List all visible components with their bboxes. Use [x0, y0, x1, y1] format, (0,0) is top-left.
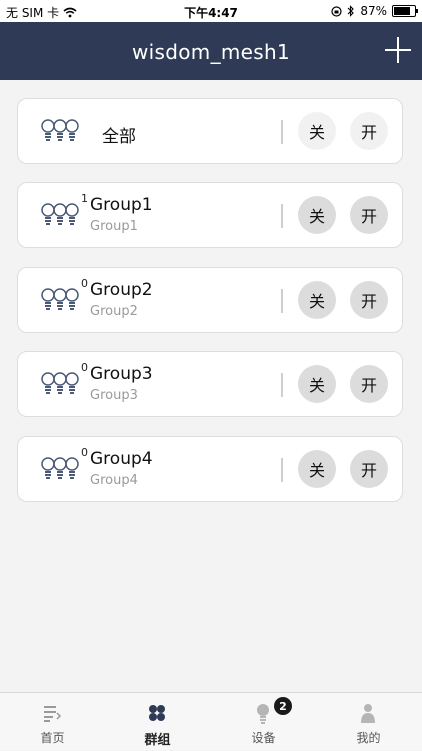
group-name: Group3: [90, 364, 153, 384]
group-row-4[interactable]: 0 Group4 Group4 关 开: [17, 436, 403, 502]
battery-icon: [392, 5, 418, 17]
bluetooth-icon: [347, 5, 355, 17]
tab-label: 设备: [251, 731, 276, 745]
tab-label: 首页: [40, 731, 65, 745]
group-name: Group4: [90, 449, 153, 469]
divider: [281, 289, 283, 313]
group-subtitle: Group4: [90, 473, 138, 488]
group-on-button[interactable]: 开: [350, 365, 388, 403]
groups-icon: [149, 705, 165, 721]
battery-fill: [394, 7, 410, 15]
tab-me[interactable]: 我的: [316, 693, 421, 751]
off-label: 关: [308, 207, 325, 226]
off-label: 关: [308, 292, 325, 311]
all-groups-row[interactable]: 全部 关 开: [17, 98, 403, 164]
divider: [281, 373, 283, 397]
divider: [281, 120, 283, 144]
bulb-icon: [257, 704, 269, 724]
on-label: 开: [360, 376, 377, 395]
page-title: wisdom_mesh1: [132, 40, 290, 64]
all-on-button[interactable]: 开: [350, 112, 388, 150]
device-count: 1: [81, 192, 88, 205]
orientation-lock-icon: [331, 5, 342, 17]
group-off-button[interactable]: 关: [298, 365, 336, 403]
battery-percent: 87%: [360, 4, 387, 18]
user-icon: [361, 704, 375, 723]
device-count-badge: 2: [274, 697, 292, 715]
all-off-button[interactable]: 关: [298, 112, 336, 150]
bulbs-icon: [41, 457, 79, 479]
status-right: 87%: [331, 4, 418, 18]
group-subtitle: Group3: [90, 388, 138, 403]
bulbs-icon: [41, 203, 79, 225]
device-count: 0: [81, 446, 88, 459]
tab-bar: 首页 群组 2 设备 我的: [0, 692, 422, 750]
off-label: 关: [308, 123, 325, 142]
all-label: 全部: [102, 127, 136, 147]
group-subtitle: Group1: [90, 219, 138, 234]
divider: [281, 458, 283, 482]
on-label: 开: [360, 123, 377, 142]
group-row-1[interactable]: 1 Group1 Group1 关 开: [17, 182, 403, 248]
add-group-button[interactable]: [382, 34, 414, 66]
off-label: 关: [308, 461, 325, 480]
tab-label: 我的: [356, 731, 381, 745]
on-label: 开: [360, 461, 377, 480]
group-subtitle: Group2: [90, 304, 138, 319]
bulbs-icon: [41, 288, 79, 310]
group-row-3[interactable]: 0 Group3 Group3 关 开: [17, 351, 403, 417]
group-name: Group1: [90, 195, 153, 215]
tab-groups[interactable]: 群组: [105, 693, 210, 751]
tab-label: 群组: [144, 733, 171, 748]
on-label: 开: [360, 292, 377, 311]
divider: [281, 204, 283, 228]
group-off-button[interactable]: 关: [298, 281, 336, 319]
group-name: Group2: [90, 280, 153, 300]
nav-bar: wisdom_mesh1: [0, 22, 422, 80]
group-row-2[interactable]: 0 Group2 Group2 关 开: [17, 267, 403, 333]
tab-home[interactable]: 首页: [0, 693, 105, 751]
bulbs-icon: [41, 119, 79, 141]
group-off-button[interactable]: 关: [298, 450, 336, 488]
home-list-icon: [44, 706, 62, 722]
on-label: 开: [360, 207, 377, 226]
group-on-button[interactable]: 开: [350, 196, 388, 234]
tab-devices[interactable]: 2 设备: [211, 693, 316, 751]
status-bar: 无 SIM 卡 下午4:47 87%: [0, 0, 422, 22]
group-off-button[interactable]: 关: [298, 196, 336, 234]
off-label: 关: [308, 376, 325, 395]
group-on-button[interactable]: 开: [350, 281, 388, 319]
device-count: 0: [81, 361, 88, 374]
group-on-button[interactable]: 开: [350, 450, 388, 488]
bulbs-icon: [41, 372, 79, 394]
device-count: 0: [81, 277, 88, 290]
